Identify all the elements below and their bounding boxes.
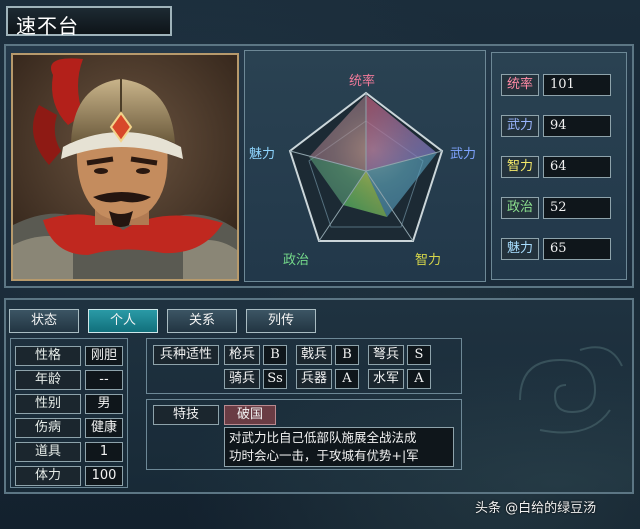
stat-value: 65 — [543, 238, 611, 260]
radar-label-intelligence: 智力 — [415, 253, 442, 268]
stats-panel: 统率 101 武力 94 智力 64 政治 52 魅力 65 — [491, 52, 627, 280]
skill-title: 特技 — [153, 405, 219, 425]
tab-status[interactable]: 状态 — [9, 309, 79, 333]
aptitude-grade: A — [407, 369, 431, 389]
skill-name: 破国 — [224, 405, 276, 425]
aptitude-label: 兵器 — [296, 369, 332, 389]
radar-label-charm: 魅力 — [249, 147, 276, 162]
aptitude-label: 戟兵 — [296, 345, 332, 365]
aptitude-grade: S — [407, 345, 431, 365]
stat-label: 智力 — [501, 156, 539, 178]
info-value: 1 — [85, 442, 123, 462]
ability-radar-chart: 统率 武力 智力 政治 魅力 — [244, 50, 486, 282]
stat-label: 统率 — [501, 74, 539, 96]
aptitude-label: 枪兵 — [224, 345, 260, 365]
general-name-box: 速不台 — [6, 6, 172, 38]
stat-value: 101 — [543, 74, 611, 96]
decorative-swirl — [519, 346, 623, 434]
info-label: 伤病 — [15, 418, 81, 438]
info-value: 健康 — [85, 418, 123, 438]
stat-label: 武力 — [501, 115, 539, 137]
aptitude-grade: A — [335, 369, 359, 389]
radar-label-politics: 政治 — [283, 253, 310, 268]
info-value: 刚胆 — [85, 346, 123, 366]
info-label: 性格 — [15, 346, 81, 366]
info-label: 年龄 — [15, 370, 81, 390]
stat-label: 魅力 — [501, 238, 539, 260]
tab-personal[interactable]: 个人 — [88, 309, 158, 333]
watermark: 头条 @白给的绿豆汤 — [475, 501, 597, 516]
radar-label-leadership: 统率 — [349, 74, 376, 89]
aptitude-title: 兵种适性 — [153, 345, 219, 365]
info-label: 性别 — [15, 394, 81, 414]
stat-label: 政治 — [501, 197, 539, 219]
stat-value: 52 — [543, 197, 611, 219]
info-label: 体力 — [15, 466, 81, 486]
general-portrait — [11, 53, 239, 281]
info-label: 道具 — [15, 442, 81, 462]
stat-value: 94 — [543, 115, 611, 137]
radar-label-war: 武力 — [450, 147, 477, 162]
tab-biography[interactable]: 列传 — [246, 309, 316, 333]
aptitude-label: 水军 — [368, 369, 404, 389]
general-name: 速不台 — [16, 14, 79, 38]
aptitude-grade: Ss — [263, 369, 287, 389]
aptitude-label: 骑兵 — [224, 369, 260, 389]
info-value: -- — [85, 370, 123, 390]
stat-value: 64 — [543, 156, 611, 178]
aptitude-grade: B — [335, 345, 359, 365]
info-value: 男 — [85, 394, 123, 414]
aptitude-grade: B — [263, 345, 287, 365]
info-value: 100 — [85, 466, 123, 486]
tab-relations[interactable]: 关系 — [167, 309, 237, 333]
skill-description: 对武力比自己低部队施展全战法成 功时会心一击，于攻城有优势+|军 — [224, 427, 454, 467]
aptitude-label: 弩兵 — [368, 345, 404, 365]
